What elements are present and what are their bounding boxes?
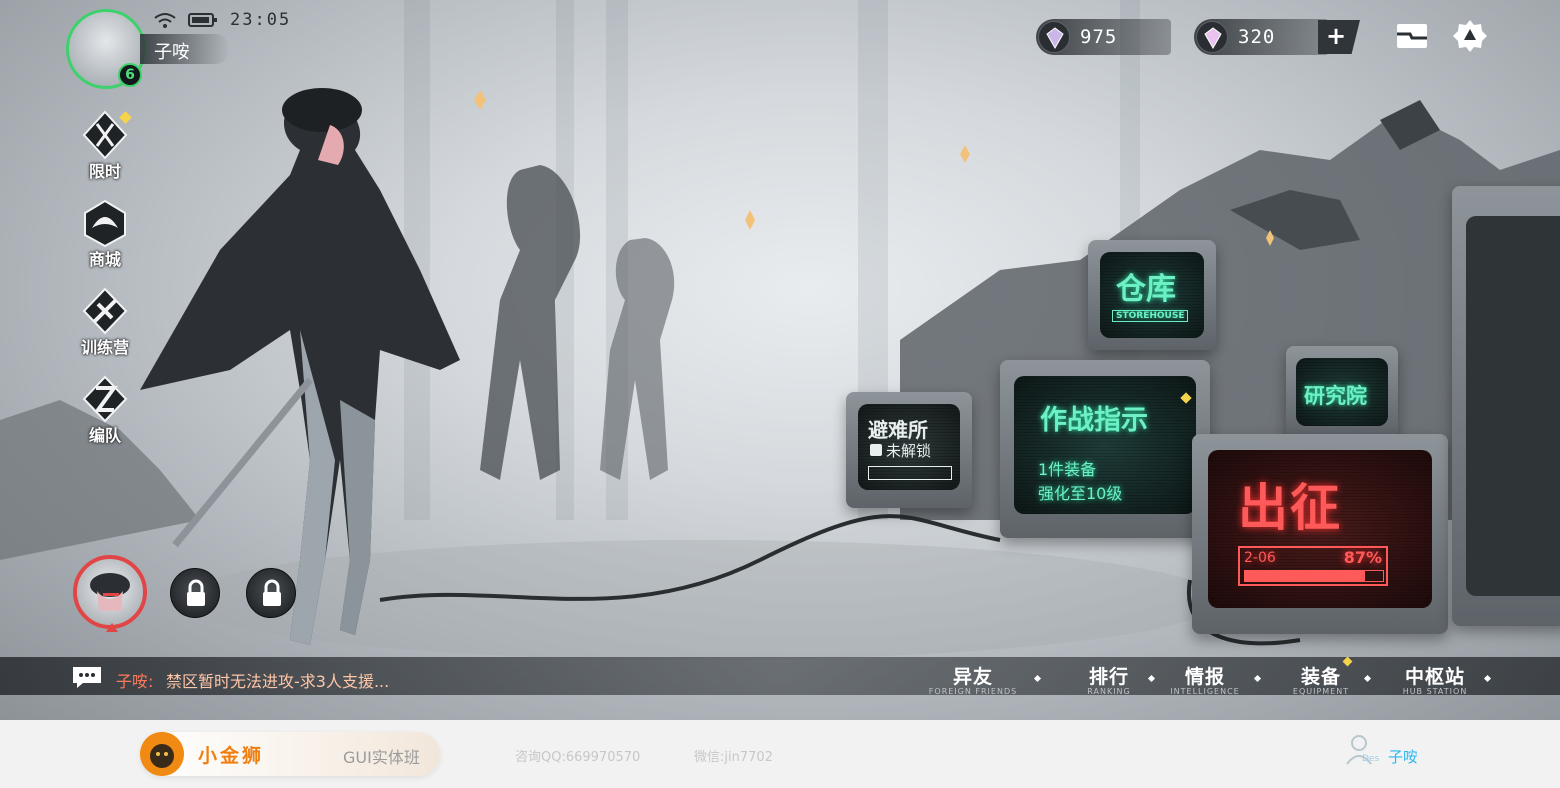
- shop-icon: [84, 199, 126, 248]
- currency-amount: 320: [1238, 26, 1276, 48]
- player-name: 子咹: [154, 42, 190, 63]
- nav-label: 排行: [1088, 666, 1129, 688]
- player-level-badge: 6: [118, 63, 142, 87]
- squad-slot-locked[interactable]: [170, 568, 220, 618]
- nav-label: 情报: [1184, 666, 1225, 688]
- side-menu-limited[interactable]: 限时: [76, 110, 134, 182]
- diamond-icon: [1038, 21, 1070, 53]
- shelter-title: 避难所: [868, 418, 928, 442]
- plus-icon: +: [1326, 22, 1347, 50]
- chat-message[interactable]: 禁区暂时无法进攻-求3人支援...: [166, 668, 389, 692]
- monitor-battle-orders[interactable]: 作战指示 1件装备 强化至10级: [1000, 360, 1210, 538]
- contact-qq: 咨询QQ:669970570: [515, 750, 641, 765]
- clock: 23:05: [230, 10, 292, 30]
- brand-name: 小金狮: [198, 745, 265, 767]
- battle-orders-line1: 1件装备: [1038, 460, 1097, 479]
- footer-bar: 小金狮 GUI实体班 咨询QQ:669970570 微信:jin7702 Des…: [0, 720, 1560, 788]
- squad-leader-avatar[interactable]: [73, 555, 147, 632]
- nav-foreign-friends[interactable]: 异友 FOREIGN FRIENDS: [920, 662, 1042, 696]
- exit-sign-icon: [868, 466, 952, 480]
- user-name[interactable]: 子咹: [1388, 746, 1418, 767]
- battle-orders-title: 作战指示: [1040, 405, 1148, 436]
- lion-logo-icon: [140, 732, 184, 776]
- side-menu-label: 训练营: [80, 338, 129, 357]
- expedition-progress-text: 87%: [1343, 548, 1382, 567]
- expedition-progress-bar: [1244, 570, 1384, 582]
- squad-slot-locked[interactable]: [246, 568, 296, 618]
- side-menu-formation[interactable]: 编队: [76, 374, 134, 446]
- monitor-expedition[interactable]: 出征 2-06 87%: [1192, 434, 1448, 634]
- nav-ranking[interactable]: 排行 RANKING: [1078, 662, 1156, 696]
- expedition-title: 出征: [1238, 479, 1342, 537]
- monitor-shelter[interactable]: 避难所 未解锁: [846, 392, 972, 508]
- wifi-icon: [154, 13, 176, 28]
- nav-sublabel: RANKING: [1087, 687, 1131, 696]
- settings-icon[interactable]: [1452, 18, 1488, 54]
- nav-equipment[interactable]: 装备 EQUIPMENT: [1286, 656, 1372, 696]
- side-menu-shop[interactable]: 商城: [76, 198, 134, 270]
- shelter-status: 未解锁: [886, 442, 932, 460]
- chat-sender: 子咹:: [116, 672, 154, 691]
- brand-course: GUI实体班: [343, 748, 420, 767]
- lock-icon: [870, 444, 882, 456]
- monitor-research[interactable]: 研究院: [1286, 346, 1398, 438]
- side-menu-label: 编队: [88, 426, 121, 445]
- game-viewport: 6 23:05 子咹 限时 商城 训练营 编队 975 320 + 仓库 STO…: [0, 0, 1560, 720]
- research-title: 研究院: [1304, 384, 1367, 408]
- mail-icon[interactable]: [1394, 18, 1430, 54]
- currency-diamond[interactable]: 975: [1036, 19, 1171, 55]
- formation-icon: [82, 375, 128, 423]
- currency-amount: 975: [1080, 26, 1118, 48]
- expedition-stage: 2-06: [1244, 550, 1276, 566]
- storehouse-subtitle: STOREHOUSE: [1112, 310, 1189, 322]
- leader-portrait-icon: [90, 573, 130, 611]
- chat-icon[interactable]: [71, 665, 103, 689]
- monitor-edge: [1452, 186, 1560, 626]
- crystal-icon: [1196, 21, 1228, 53]
- user-tag: Des: [1362, 754, 1380, 764]
- nav-intelligence[interactable]: 情报 INTELLIGENCE: [1164, 662, 1262, 696]
- status-bar: 23:05: [154, 10, 291, 30]
- currency-crystal[interactable]: 320: [1194, 19, 1329, 55]
- lock-icon: [187, 579, 205, 606]
- nav-sublabel: HUB STATION: [1402, 687, 1468, 696]
- training-camp-icon: [82, 287, 128, 335]
- expedition-panel: 2-06 87%: [1238, 546, 1388, 586]
- nav-label: 中枢站: [1404, 666, 1465, 688]
- side-menu-label: 商城: [88, 250, 121, 269]
- nav-sublabel: FOREIGN FRIENDS: [928, 687, 1018, 696]
- nav-label: 装备: [1300, 666, 1341, 688]
- contact-wechat: 微信:jin7702: [694, 750, 773, 765]
- nav-hub-station[interactable]: 中枢站 HUB STATION: [1394, 662, 1492, 696]
- side-menu-label: 限时: [88, 162, 121, 181]
- brand-pill[interactable]: 小金狮 GUI实体班: [140, 732, 440, 776]
- battery-icon: [188, 13, 217, 27]
- storehouse-title: 仓库: [1116, 272, 1176, 307]
- lock-icon: [263, 579, 281, 606]
- nav-sublabel: EQUIPMENT: [1292, 687, 1350, 696]
- nav-label: 异友: [952, 666, 993, 688]
- battle-orders-line2: 强化至10级: [1038, 484, 1123, 503]
- nav-sublabel: INTELLIGENCE: [1170, 687, 1240, 696]
- monitor-storehouse[interactable]: 仓库 STOREHOUSE: [1088, 240, 1216, 350]
- side-menu-training[interactable]: 训练营: [76, 286, 134, 358]
- expedition-progress-fill: [1245, 571, 1366, 581]
